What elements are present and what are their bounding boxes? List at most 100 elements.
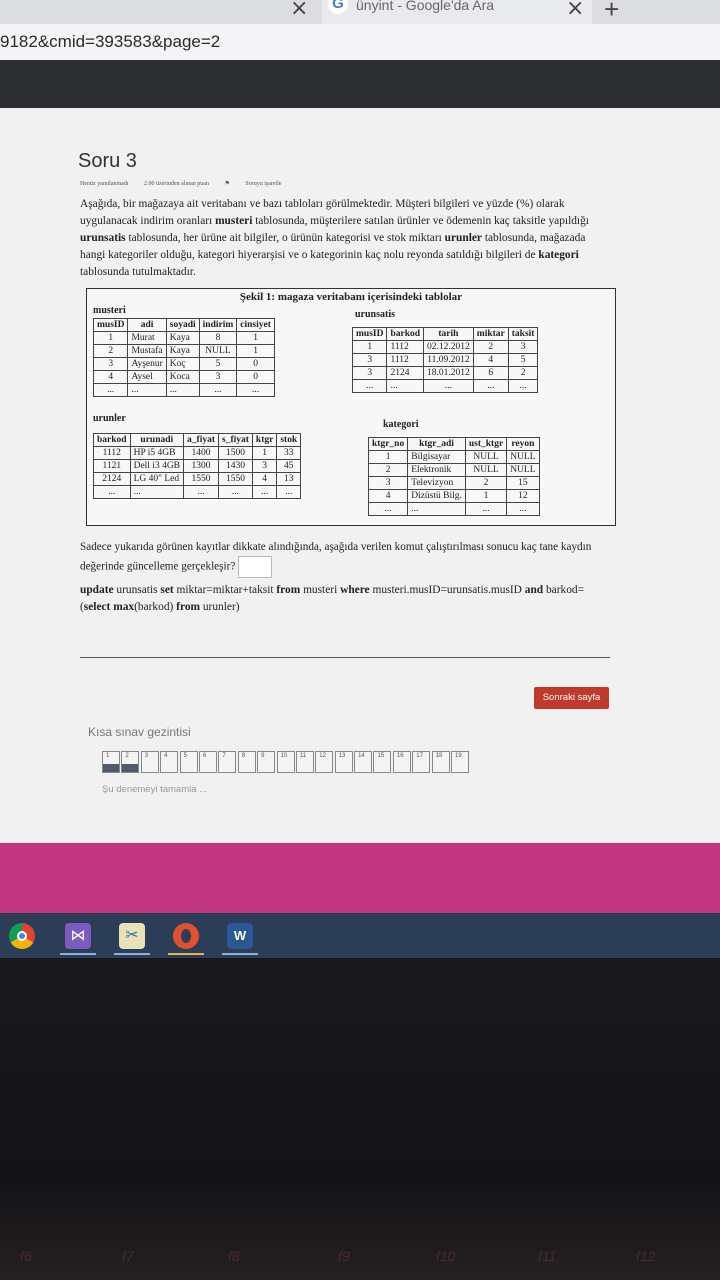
next-page-button[interactable]: Sonraki sayfa (534, 687, 609, 709)
visual-studio-taskbar-button[interactable]: ⋈ (56, 917, 100, 955)
table-row: 1121 Dell i3 4GB 1300 1430 3 45 (93, 459, 302, 473)
quiz-nav-page-button[interactable]: 15 (373, 751, 392, 773)
table-cell: 3 (92, 357, 129, 371)
snipping-tool-taskbar-button[interactable]: ✂ (110, 917, 154, 955)
kategori-table: ktgr_no ktgr_adi ust_ktgr reyon 1 Bilgisayar N… (367, 437, 540, 516)
page-state-indicator (452, 764, 469, 772)
page-number: 2 (125, 753, 129, 759)
table-cell: 1 (92, 331, 129, 345)
table-cell: 1 (351, 340, 388, 354)
column-header: ktgr_no (367, 437, 409, 451)
quiz-nav-page-button[interactable]: 3 (140, 751, 159, 773)
page-state-indicator (180, 764, 197, 772)
chrome-taskbar-button[interactable] (0, 917, 44, 955)
quiz-nav-page-button[interactable]: 6 (198, 751, 217, 773)
page-number: 6 (202, 753, 207, 759)
table-cell: 2124 (386, 366, 425, 380)
table-row: 2 Mustafa Kaya NULL 1 (92, 344, 275, 358)
table-cell: 1 (464, 489, 508, 503)
page-state-indicator (238, 764, 255, 772)
word-icon: W (227, 923, 253, 949)
page-state-indicator (413, 764, 430, 772)
quiz-nav-page-button[interactable]: 2 (121, 751, 140, 773)
chrome-icon (9, 923, 35, 949)
column-header: miktar (472, 327, 509, 341)
table-cell: 1112 (386, 340, 425, 354)
page-state-indicator (277, 764, 294, 772)
table-cell: 3 (251, 459, 278, 473)
table-cell: 4 (472, 353, 509, 367)
quiz-nav-page-button[interactable]: 8 (237, 751, 256, 773)
quiz-nav-page-button[interactable]: 1 (102, 751, 120, 773)
page-state-indicator (161, 764, 178, 772)
table-cell: 12 (506, 489, 540, 503)
quiz-nav-page-button[interactable]: 10 (276, 751, 295, 773)
column-header: musID (351, 327, 388, 341)
quiz-navigation: 1 2 3 4 5 6 7 8 9 10 11 12 13 14 15 16 17 18 19 (102, 751, 470, 773)
table-row: 3 Televizyon 2 15 (367, 476, 540, 490)
table-cell: 1112 (93, 446, 131, 460)
table-cell: ... (183, 485, 219, 499)
table-row: 3 2124 18.01.2012 6 2 (351, 366, 539, 380)
column-header: barkod (93, 433, 131, 447)
page-number: 5 (183, 753, 187, 759)
page-number: 1 (106, 753, 110, 759)
answer-input[interactable] (238, 556, 273, 578)
page-number: 16 (396, 753, 404, 759)
quiz-nav-page-button[interactable]: 7 (218, 751, 237, 773)
quiz-nav-page-button[interactable]: 17 (412, 751, 431, 773)
table-cell: ... (218, 485, 253, 499)
quiz-nav-page-button[interactable]: 9 (257, 751, 276, 773)
address-bar[interactable]: 9182&cmid=393583&page=2 (0, 24, 720, 60)
table-cell: 4 (251, 472, 278, 486)
url-text[interactable]: 9182&cmid=393583&page=2 (0, 32, 220, 52)
page-number: 7 (222, 753, 226, 759)
key-label: f7 (122, 1248, 134, 1264)
quiz-nav-page-button[interactable]: 5 (179, 751, 198, 773)
finish-attempt-link[interactable]: Şu denemeyi tamamla ... (102, 784, 207, 795)
table-cell: NULL (506, 450, 540, 464)
table-cell: Kaya (165, 344, 200, 358)
quiz-navigation-title: Kısa sınav gezintisi (88, 725, 191, 739)
page-number: 13 (338, 753, 346, 759)
opera-taskbar-button[interactable] (164, 917, 208, 955)
new-tab-icon[interactable]: + (604, 0, 619, 25)
close-tab-icon[interactable]: × (290, 0, 308, 21)
column-header: ktgr (251, 433, 278, 447)
browser-tab[interactable]: G ünyint - Google'da Ara × (322, 0, 592, 24)
quiz-nav-page-button[interactable]: 13 (334, 751, 353, 773)
table-cell: ... (236, 383, 275, 397)
table-cell: 1 (367, 450, 409, 464)
page-state-indicator (296, 764, 313, 772)
close-tab-icon[interactable]: × (566, 0, 584, 21)
table-cell: 2 (92, 344, 129, 358)
quiz-nav-page-button[interactable]: 4 (160, 751, 179, 773)
table-row: 3 Ayşenur Koç 5 0 (92, 357, 275, 371)
quiz-nav-page-button[interactable]: 16 (392, 751, 411, 773)
quiz-nav-page-button[interactable]: 18 (431, 751, 450, 773)
question-prompt: Sadece yukarıda görünen kayıtlar dikkate… (80, 538, 610, 578)
sql-command: update urunsatis set miktar=miktar+taksi… (80, 584, 585, 613)
quiz-page: Soru 3 Henüz yanıtlanmadı 2.00 üzerinden… (0, 108, 720, 843)
flag-question-link[interactable]: ⚑ Soruyu işaretle (224, 181, 295, 187)
table-cell: LG 40" Led (129, 472, 185, 486)
table-cell: Aysel (127, 370, 167, 384)
table-row: 4 Aysel Koca 3 0 (92, 370, 275, 384)
quiz-nav-page-button[interactable]: 14 (354, 751, 373, 773)
table-row: 1 1112 02.12.2012 2 3 (351, 340, 539, 354)
key-label: f12 (636, 1248, 656, 1264)
quiz-nav-page-button[interactable]: 12 (315, 751, 334, 773)
quiz-nav-page-button[interactable]: 11 (295, 751, 314, 773)
table-row: 2124 LG 40" Led 1550 1550 4 13 (93, 472, 302, 486)
table-cell: 1550 (183, 472, 219, 486)
question-points: 2.00 üzerinden alınan puan (143, 181, 209, 187)
table-cell: Dizüstü Bilg. (407, 489, 466, 503)
table-row: 1 Bilgisayar NULL NULL (367, 450, 540, 464)
table-cell: ... (407, 502, 466, 516)
word-taskbar-button[interactable]: W (218, 917, 262, 955)
table-cell: ... (198, 383, 238, 397)
table-cell: Koç (165, 357, 200, 371)
quiz-nav-page-button[interactable]: 19 (451, 751, 470, 773)
table-cell: 1500 (218, 446, 253, 460)
table-row: 1112 HP i5 4GB 1400 1500 1 33 (93, 446, 302, 460)
